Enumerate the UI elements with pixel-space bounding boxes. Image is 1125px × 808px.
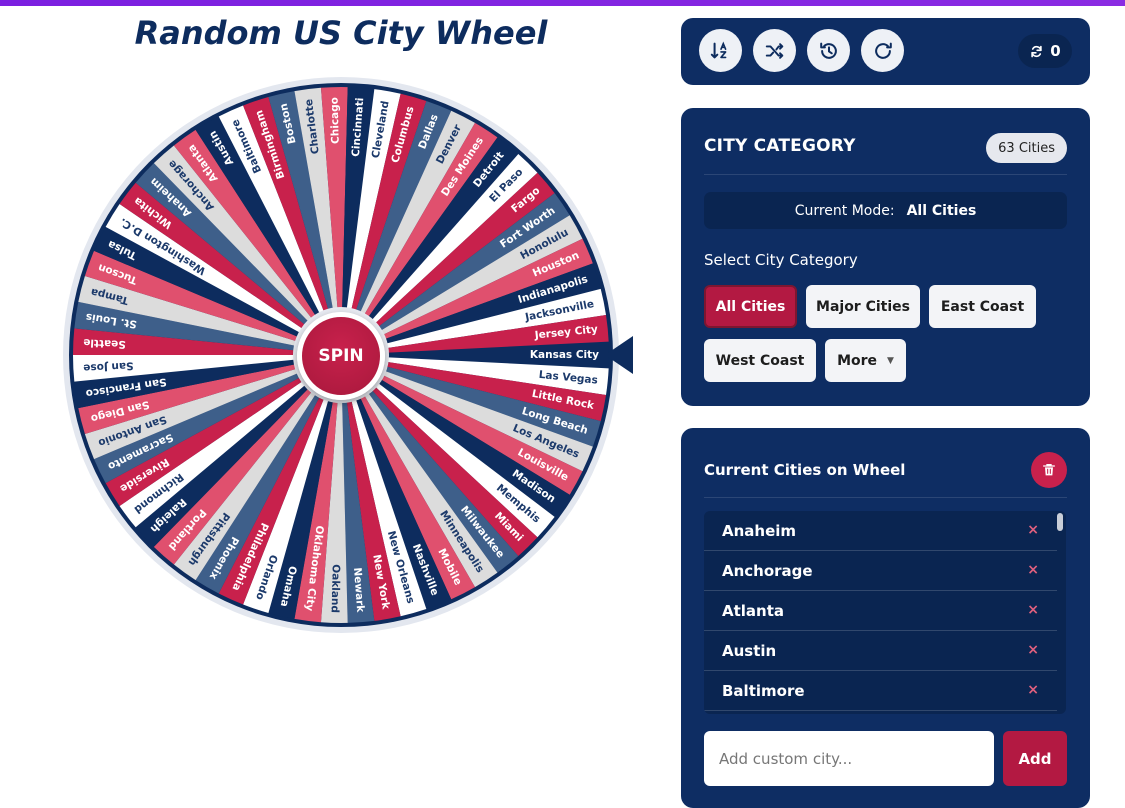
wheel-segment-label: Seattle bbox=[83, 336, 126, 350]
clear-all-button[interactable] bbox=[1031, 452, 1067, 488]
current-cities-panel: Current Cities on Wheel Anaheim × Anchor… bbox=[681, 428, 1090, 808]
toolbar-panel: 0 bbox=[681, 18, 1090, 85]
add-city-input[interactable] bbox=[704, 731, 994, 786]
history-icon bbox=[819, 42, 837, 59]
reset-button[interactable] bbox=[861, 29, 904, 72]
category-east-coast-button[interactable]: East Coast bbox=[929, 285, 1036, 328]
city-name: Anchorage bbox=[722, 562, 813, 580]
shuffle-button[interactable] bbox=[753, 29, 796, 72]
list-scrollbar[interactable] bbox=[1057, 511, 1065, 714]
sort-button[interactable] bbox=[699, 29, 742, 72]
remove-city-button[interactable]: × bbox=[1027, 642, 1039, 658]
trash-icon bbox=[1043, 464, 1055, 476]
city-category-panel: CITY CATEGORY 63 Cities Current Mode: Al… bbox=[681, 108, 1090, 406]
spin-counter: 0 bbox=[1018, 34, 1072, 68]
city-count-badge: 63 Cities bbox=[986, 133, 1067, 163]
city-name: Baltimore bbox=[722, 682, 805, 700]
remove-city-button[interactable]: × bbox=[1027, 522, 1039, 538]
remove-city-button[interactable]: × bbox=[1027, 602, 1039, 618]
wheel-segment-label: Chicago bbox=[329, 97, 342, 144]
list-item: Atlanta × bbox=[704, 591, 1057, 631]
add-city-button[interactable]: Add bbox=[1003, 731, 1067, 786]
wheel-segment-label: Oakland bbox=[329, 564, 342, 613]
category-title: CITY CATEGORY bbox=[704, 136, 856, 156]
wheel-pointer bbox=[605, 336, 633, 374]
more-label: More bbox=[837, 352, 878, 369]
list-item: Anchorage × bbox=[704, 551, 1057, 591]
current-mode-value: All Cities bbox=[906, 202, 977, 219]
city-name: Austin bbox=[722, 642, 777, 660]
current-mode-box: Current Mode: All Cities bbox=[704, 192, 1067, 229]
category-west-coast-button[interactable]: West Coast bbox=[704, 339, 816, 382]
spin-button[interactable]: SPIN bbox=[297, 312, 385, 400]
page-title: Random US City Wheel bbox=[134, 14, 548, 52]
select-category-label: Select City Category bbox=[704, 251, 858, 269]
city-name: Atlanta bbox=[722, 602, 785, 620]
category-all-cities-button[interactable]: All Cities bbox=[704, 285, 797, 328]
scrollbar-thumb[interactable] bbox=[1057, 513, 1063, 531]
wheel-segment-label: San Jose bbox=[83, 359, 134, 373]
remove-city-button[interactable]: × bbox=[1027, 562, 1039, 578]
category-major-cities-button[interactable]: Major Cities bbox=[806, 285, 920, 328]
wheel-segment-label: Kansas City bbox=[530, 349, 599, 361]
current-cities-title: Current Cities on Wheel bbox=[704, 461, 906, 479]
shuffle-icon bbox=[765, 42, 783, 59]
category-more-dropdown[interactable]: More ▼ bbox=[825, 339, 906, 382]
city-list[interactable]: Anaheim × Anchorage × Atlanta × Austin ×… bbox=[704, 511, 1066, 714]
caret-down-icon: ▼ bbox=[887, 355, 894, 366]
redo-icon bbox=[874, 42, 892, 59]
list-item: Austin × bbox=[704, 631, 1057, 671]
divider bbox=[704, 174, 1067, 175]
top-accent-bar bbox=[0, 0, 1125, 6]
history-button[interactable] bbox=[807, 29, 850, 72]
list-item: Anaheim × bbox=[704, 511, 1057, 551]
city-name: Anaheim bbox=[722, 522, 797, 540]
list-item: Baltimore × bbox=[704, 671, 1057, 711]
divider bbox=[704, 497, 1067, 498]
sort-az-icon bbox=[710, 41, 726, 58]
current-mode-label: Current Mode: bbox=[794, 202, 895, 219]
spin-count-value: 0 bbox=[1050, 42, 1061, 60]
sync-icon bbox=[1031, 45, 1042, 57]
remove-city-button[interactable]: × bbox=[1027, 682, 1039, 698]
